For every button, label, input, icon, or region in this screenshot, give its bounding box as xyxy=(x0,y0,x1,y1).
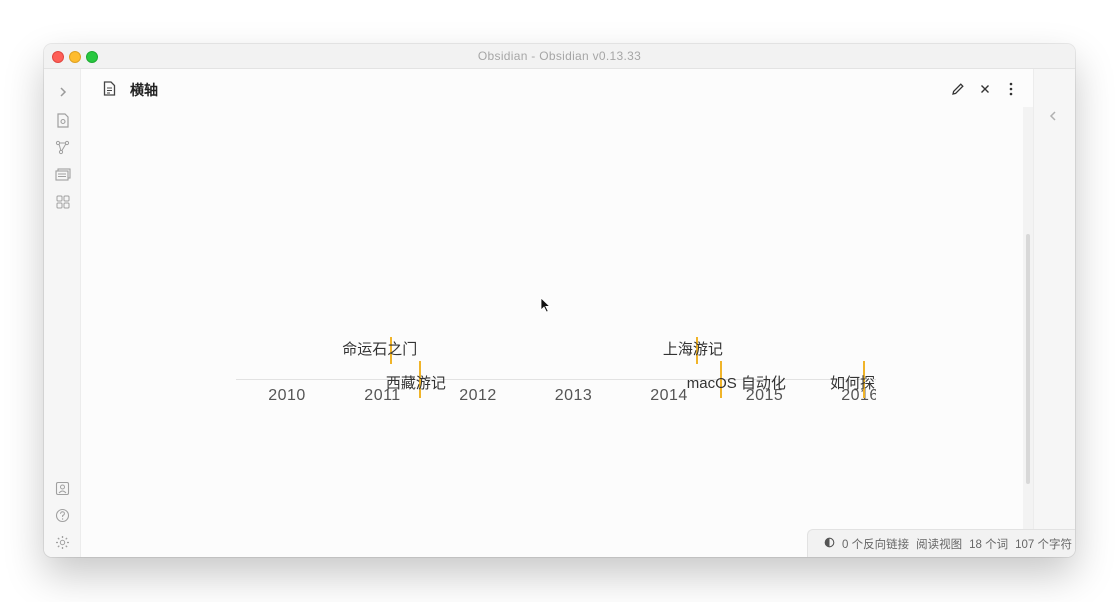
year-tick-label: 2013 xyxy=(554,387,593,404)
collapse-right-sidebar-icon[interactable] xyxy=(1048,109,1058,127)
reading-view[interactable]: 2010 2011 2012 2013 2014 2015 2016 命运石之门 西藏游记 上海游… xyxy=(81,107,1023,557)
timeline: 2010 2011 2012 2013 2014 2015 2016 命运石之门 西藏游记 上海游… xyxy=(236,337,876,457)
help-icon[interactable] xyxy=(54,507,71,524)
backlinks-count[interactable]: 0 个反向链接 xyxy=(842,536,909,552)
graph-view-icon[interactable] xyxy=(54,139,71,156)
more-options-icon[interactable] xyxy=(1003,81,1019,97)
expand-sidebar-icon[interactable] xyxy=(54,83,71,100)
plugins-grid-icon[interactable] xyxy=(54,193,71,210)
backlinks-icon[interactable] xyxy=(824,537,835,551)
char-count: 107 个字符 xyxy=(1015,538,1072,551)
note-header: 横轴 xyxy=(81,69,1033,107)
year-tick-label: 2010 xyxy=(268,387,306,404)
event-label[interactable]: macOS 自动化 xyxy=(687,372,786,393)
right-ribbon xyxy=(1033,69,1075,557)
vault-icon[interactable] xyxy=(54,480,71,497)
app-window: Obsidian - Obsidian v0.13.33 横轴 2010 201… xyxy=(44,44,1075,557)
scrollbar-thumb[interactable] xyxy=(1026,234,1030,484)
event-label[interactable]: 命运石之门 xyxy=(342,338,417,359)
note-title: 横轴 xyxy=(130,82,158,98)
status-bar: 0 个反向链接 阅读视图 18 个词 107 个字符 xyxy=(807,529,1075,557)
settings-icon[interactable] xyxy=(54,534,71,551)
title-bar: Obsidian - Obsidian v0.13.33 xyxy=(44,44,1075,69)
view-mode[interactable]: 阅读视图 xyxy=(916,536,962,552)
slides-icon[interactable] xyxy=(54,166,71,183)
close-x-icon[interactable] xyxy=(977,81,993,97)
scrollbar[interactable] xyxy=(1023,107,1033,529)
quick-switcher-icon[interactable] xyxy=(54,112,71,129)
mouse-pointer-icon xyxy=(540,297,551,318)
document-icon xyxy=(103,81,116,101)
window-title: Obsidian - Obsidian v0.13.33 xyxy=(477,49,642,63)
left-ribbon xyxy=(44,69,81,557)
event-label[interactable]: 西藏游记 xyxy=(386,372,446,393)
event-label[interactable]: 如何探索 xyxy=(830,372,876,393)
year-tick-label: 2012 xyxy=(459,387,497,404)
edit-pencil-icon[interactable] xyxy=(950,81,966,97)
event-label[interactable]: 上海游记 xyxy=(663,338,723,359)
word-count: 18 个词 xyxy=(969,538,1009,551)
